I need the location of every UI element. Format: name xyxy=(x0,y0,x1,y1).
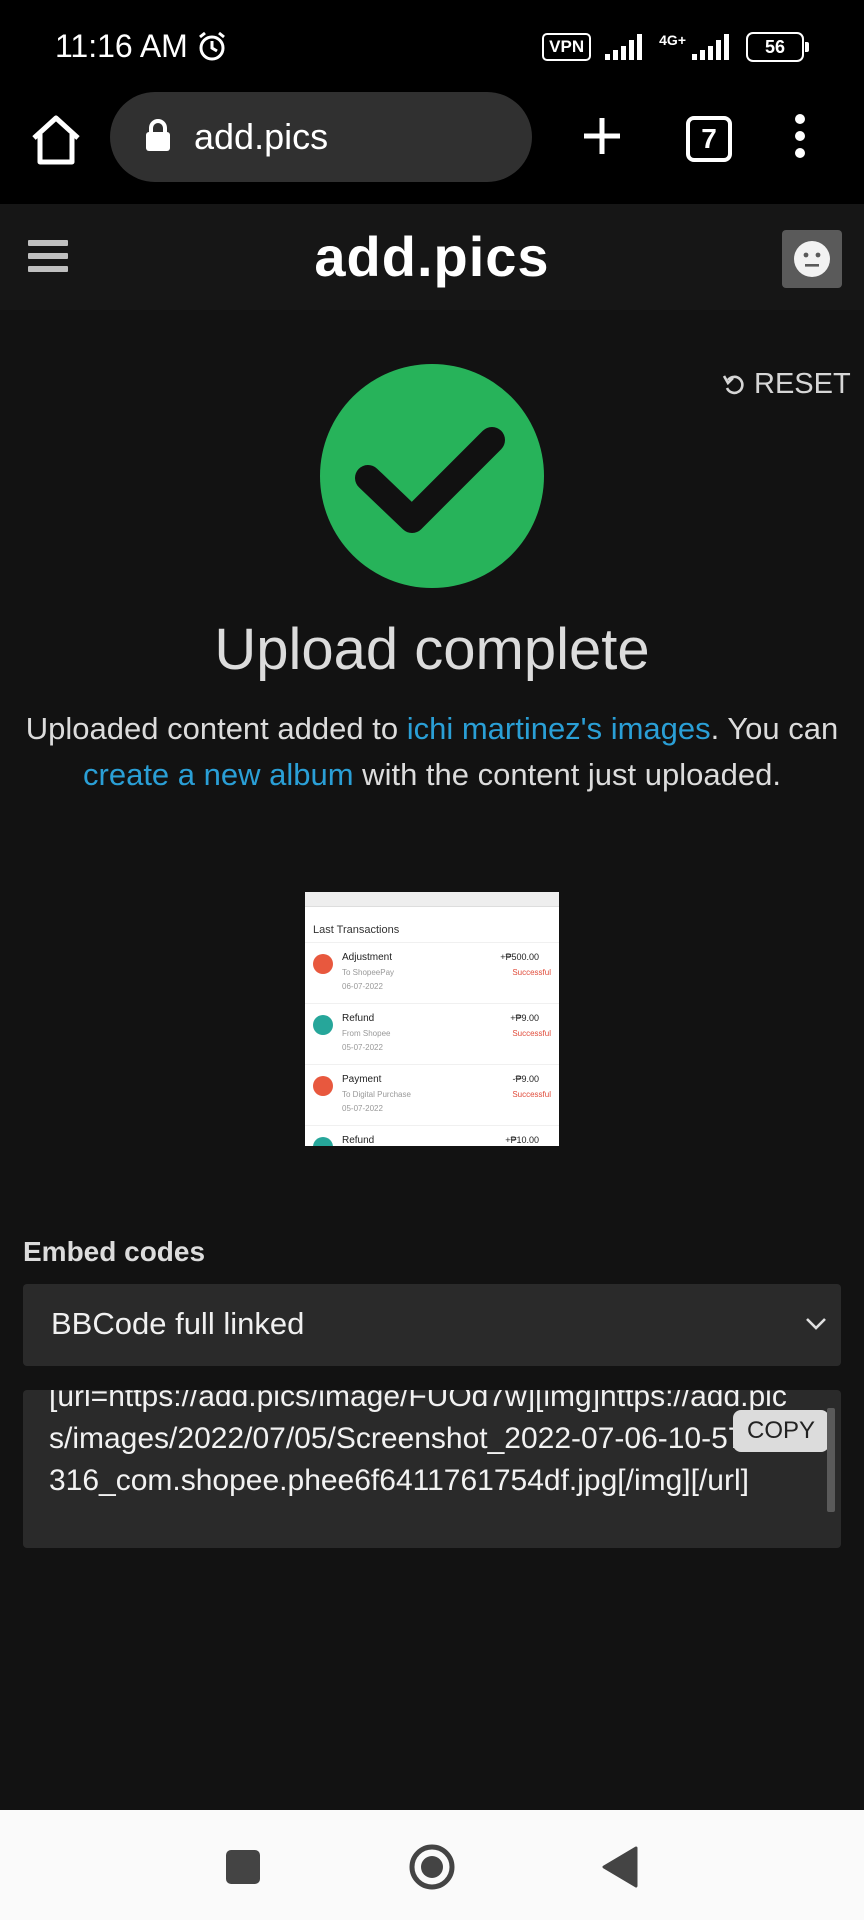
tx-name: Adjustment xyxy=(342,952,393,963)
alarm-icon xyxy=(199,31,225,61)
tx-amount: +₱9.00 xyxy=(510,1013,539,1023)
embed-format-select[interactable]: BBCode full linked xyxy=(23,1284,841,1366)
embed-codes-label: Embed codes xyxy=(23,1236,206,1267)
network-type: 4G+ xyxy=(659,32,686,48)
embed-format-value: BBCode full linked xyxy=(51,1306,305,1341)
refund-icon xyxy=(313,1015,333,1035)
plus-icon[interactable] xyxy=(578,112,626,160)
url-text: add.pics xyxy=(194,116,329,157)
thumb-row: Refund From Shopee 05-07-2022 +₱9.00 Suc… xyxy=(305,1003,559,1064)
status-bar: 11:16 AM VPN 4G+ 56 xyxy=(0,0,864,92)
browser-toolbar: add.pics 7 xyxy=(0,92,864,204)
success-check-icon xyxy=(320,364,544,588)
desc-prefix: Uploaded content added to xyxy=(25,711,407,746)
tx-amount: +₱10.00 xyxy=(505,1135,539,1145)
home-circle-icon[interactable] xyxy=(408,1843,456,1891)
more-vert-icon[interactable] xyxy=(788,112,812,160)
signal-icon xyxy=(605,34,643,60)
embed-code-textarea[interactable]: [url=https://add.pics/image/FUOd7w][img]… xyxy=(23,1390,841,1548)
desc-mid: . You can xyxy=(710,711,839,746)
tx-name: Refund xyxy=(342,1013,375,1024)
home-icon[interactable] xyxy=(28,112,84,168)
reset-label: RESET xyxy=(754,368,851,400)
tab-switcher-button[interactable]: 7 xyxy=(686,116,732,162)
desc-suffix: with the content just uploaded. xyxy=(353,757,781,792)
lock-icon xyxy=(146,119,170,151)
tx-status: Successful xyxy=(512,968,551,977)
battery-icon: 56 xyxy=(746,32,809,62)
undo-icon xyxy=(722,374,744,394)
upload-description: Uploaded content added to ichi martinez'… xyxy=(20,706,844,798)
tx-status: Successful xyxy=(512,1029,551,1038)
vpn-icon: VPN xyxy=(542,33,592,61)
reset-button[interactable]: RESET xyxy=(722,368,851,401)
tx-date: 06-07-2022 xyxy=(342,982,383,991)
tx-status: Successful xyxy=(512,1090,551,1099)
tx-date: 05-07-2022 xyxy=(342,1104,383,1113)
scrollbar[interactable] xyxy=(827,1408,835,1512)
system-nav-bar xyxy=(0,1810,864,1920)
thumb-row: Refund +₱10.00 xyxy=(305,1125,559,1146)
refund-icon xyxy=(313,1137,333,1146)
status-time: 11:16 AM xyxy=(55,28,188,64)
tx-sub: To Digital Purchase xyxy=(342,1090,411,1099)
avatar[interactable] xyxy=(782,230,842,288)
status-icons: VPN 4G+ 56 xyxy=(542,30,809,64)
site-header: add.pics xyxy=(0,204,864,310)
back-icon[interactable] xyxy=(602,1846,638,1888)
create-album-link[interactable]: create a new album xyxy=(83,757,354,792)
wallet-icon xyxy=(313,954,333,974)
tx-amount: -₱9.00 xyxy=(512,1074,539,1084)
thumb-heading: Last Transactions xyxy=(313,924,400,936)
recents-icon[interactable] xyxy=(226,1850,260,1884)
tx-name: Payment xyxy=(342,1074,382,1085)
thumb-row: Payment To Digital Purchase 05-07-2022 -… xyxy=(305,1064,559,1125)
tx-name: Refund xyxy=(342,1135,375,1146)
uploaded-image-thumbnail[interactable]: Last Transactions Adjustment To ShopeePa… xyxy=(305,892,559,1146)
user-images-link[interactable]: ichi martinez's images xyxy=(407,711,711,746)
thumb-topbar xyxy=(305,892,559,907)
chevron-down-icon xyxy=(806,1318,826,1330)
copy-button[interactable]: COPY xyxy=(733,1410,830,1452)
address-bar[interactable]: add.pics xyxy=(110,92,532,182)
user-face-icon xyxy=(794,241,830,277)
thumb-row: Adjustment To ShopeePay 06-07-2022 +₱500… xyxy=(305,942,559,1003)
payment-icon xyxy=(313,1076,333,1096)
site-logo[interactable]: add.pics xyxy=(0,224,864,289)
signal-icon-2 xyxy=(692,34,729,60)
tx-amount: +₱500.00 xyxy=(500,952,539,962)
tx-date: 05-07-2022 xyxy=(342,1043,383,1052)
upload-title: Upload complete xyxy=(214,617,650,682)
embed-code-text: [url=https://add.pics/image/FUOd7w][img]… xyxy=(49,1390,798,1497)
tx-sub: To ShopeePay xyxy=(342,968,395,977)
tx-sub: From Shopee xyxy=(342,1029,391,1038)
